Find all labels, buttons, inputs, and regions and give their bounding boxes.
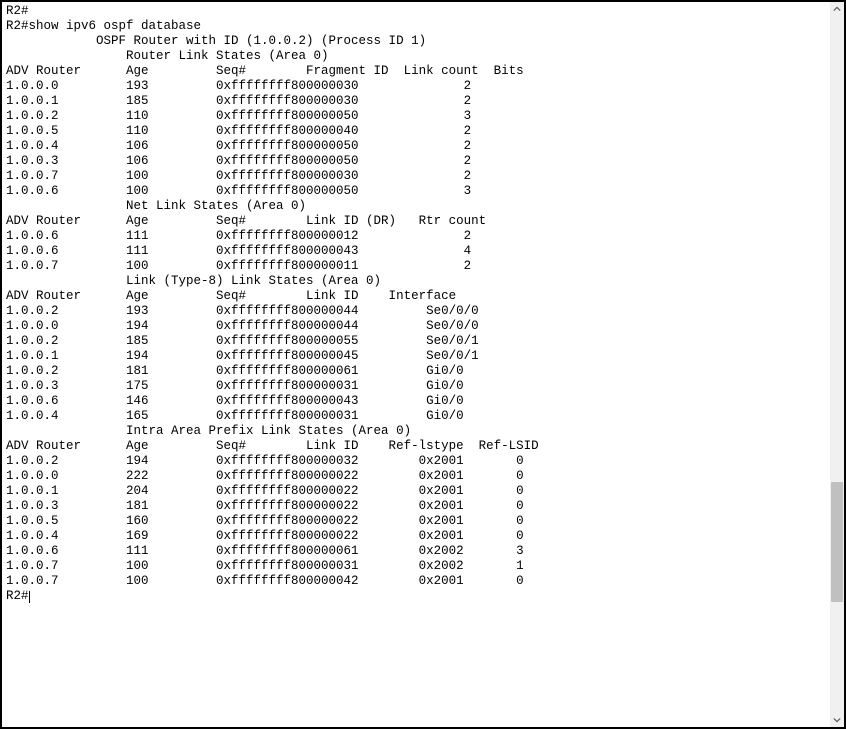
text-cursor	[29, 591, 30, 603]
section-title: Net Link States (Area 0)	[6, 199, 826, 214]
table-header: ADV Router Age Seq# Fragment ID Link cou…	[6, 64, 826, 79]
table-row: 1.0.0.7 100 0xffffffff800000031 0x2002 1	[6, 559, 826, 574]
table-row: 1.0.0.0 193 0xffffffff800000030 2	[6, 79, 826, 94]
scroll-up-button[interactable]	[830, 2, 844, 16]
table-header: ADV Router Age Seq# Link ID Ref-lstype R…	[6, 439, 826, 454]
table-row: 1.0.0.6 111 0xffffffff800000012 2	[6, 229, 826, 244]
table-row: 1.0.0.1 185 0xffffffff800000030 2	[6, 94, 826, 109]
table-row: 1.0.0.2 110 0xffffffff800000050 3	[6, 109, 826, 124]
prompt-line[interactable]: R2#	[6, 589, 826, 604]
scroll-thumb[interactable]	[831, 482, 843, 602]
scroll-down-button[interactable]	[830, 713, 844, 727]
terminal-window: R2#R2#show ipv6 ospf database OSPF Route…	[0, 0, 846, 729]
table-row: 1.0.0.4 169 0xffffffff800000022 0x2001 0	[6, 529, 826, 544]
table-row: 1.0.0.6 111 0xffffffff800000061 0x2002 3	[6, 544, 826, 559]
table-row: 1.0.0.4 165 0xffffffff800000031 Gi0/0	[6, 409, 826, 424]
section-title: Link (Type-8) Link States (Area 0)	[6, 274, 826, 289]
table-row: 1.0.0.2 185 0xffffffff800000055 Se0/0/1	[6, 334, 826, 349]
table-row: 1.0.0.6 146 0xffffffff800000043 Gi0/0	[6, 394, 826, 409]
table-row: 1.0.0.5 110 0xffffffff800000040 2	[6, 124, 826, 139]
table-row: 1.0.0.2 194 0xffffffff800000032 0x2001 0	[6, 454, 826, 469]
table-row: 1.0.0.3 181 0xffffffff800000022 0x2001 0	[6, 499, 826, 514]
table-row: 1.0.0.6 111 0xffffffff800000043 4	[6, 244, 826, 259]
vertical-scrollbar[interactable]	[830, 2, 844, 727]
table-row: 1.0.0.5 160 0xffffffff800000022 0x2001 0	[6, 514, 826, 529]
terminal-output[interactable]: R2#R2#show ipv6 ospf database OSPF Route…	[2, 2, 830, 727]
section-title: Intra Area Prefix Link States (Area 0)	[6, 424, 826, 439]
prompt-line: R2#	[6, 4, 826, 19]
table-row: 1.0.0.3 106 0xffffffff800000050 2	[6, 154, 826, 169]
section-title: Router Link States (Area 0)	[6, 49, 826, 64]
table-row: 1.0.0.0 222 0xffffffff800000022 0x2001 0	[6, 469, 826, 484]
table-row: 1.0.0.2 181 0xffffffff800000061 Gi0/0	[6, 364, 826, 379]
table-header: ADV Router Age Seq# Link ID (DR) Rtr cou…	[6, 214, 826, 229]
command-line: R2#show ipv6 ospf database	[6, 19, 826, 34]
table-row: 1.0.0.2 193 0xffffffff800000044 Se0/0/0	[6, 304, 826, 319]
table-row: 1.0.0.6 100 0xffffffff800000050 3	[6, 184, 826, 199]
table-row: 1.0.0.3 175 0xffffffff800000031 Gi0/0	[6, 379, 826, 394]
output-header: OSPF Router with ID (1.0.0.2) (Process I…	[6, 34, 826, 49]
table-row: 1.0.0.1 204 0xffffffff800000022 0x2001 0	[6, 484, 826, 499]
table-header: ADV Router Age Seq# Link ID Interface	[6, 289, 826, 304]
table-row: 1.0.0.0 194 0xffffffff800000044 Se0/0/0	[6, 319, 826, 334]
table-row: 1.0.0.7 100 0xffffffff800000011 2	[6, 259, 826, 274]
table-row: 1.0.0.7 100 0xffffffff800000042 0x2001 0	[6, 574, 826, 589]
table-row: 1.0.0.1 194 0xffffffff800000045 Se0/0/1	[6, 349, 826, 364]
table-row: 1.0.0.7 100 0xffffffff800000030 2	[6, 169, 826, 184]
table-row: 1.0.0.4 106 0xffffffff800000050 2	[6, 139, 826, 154]
